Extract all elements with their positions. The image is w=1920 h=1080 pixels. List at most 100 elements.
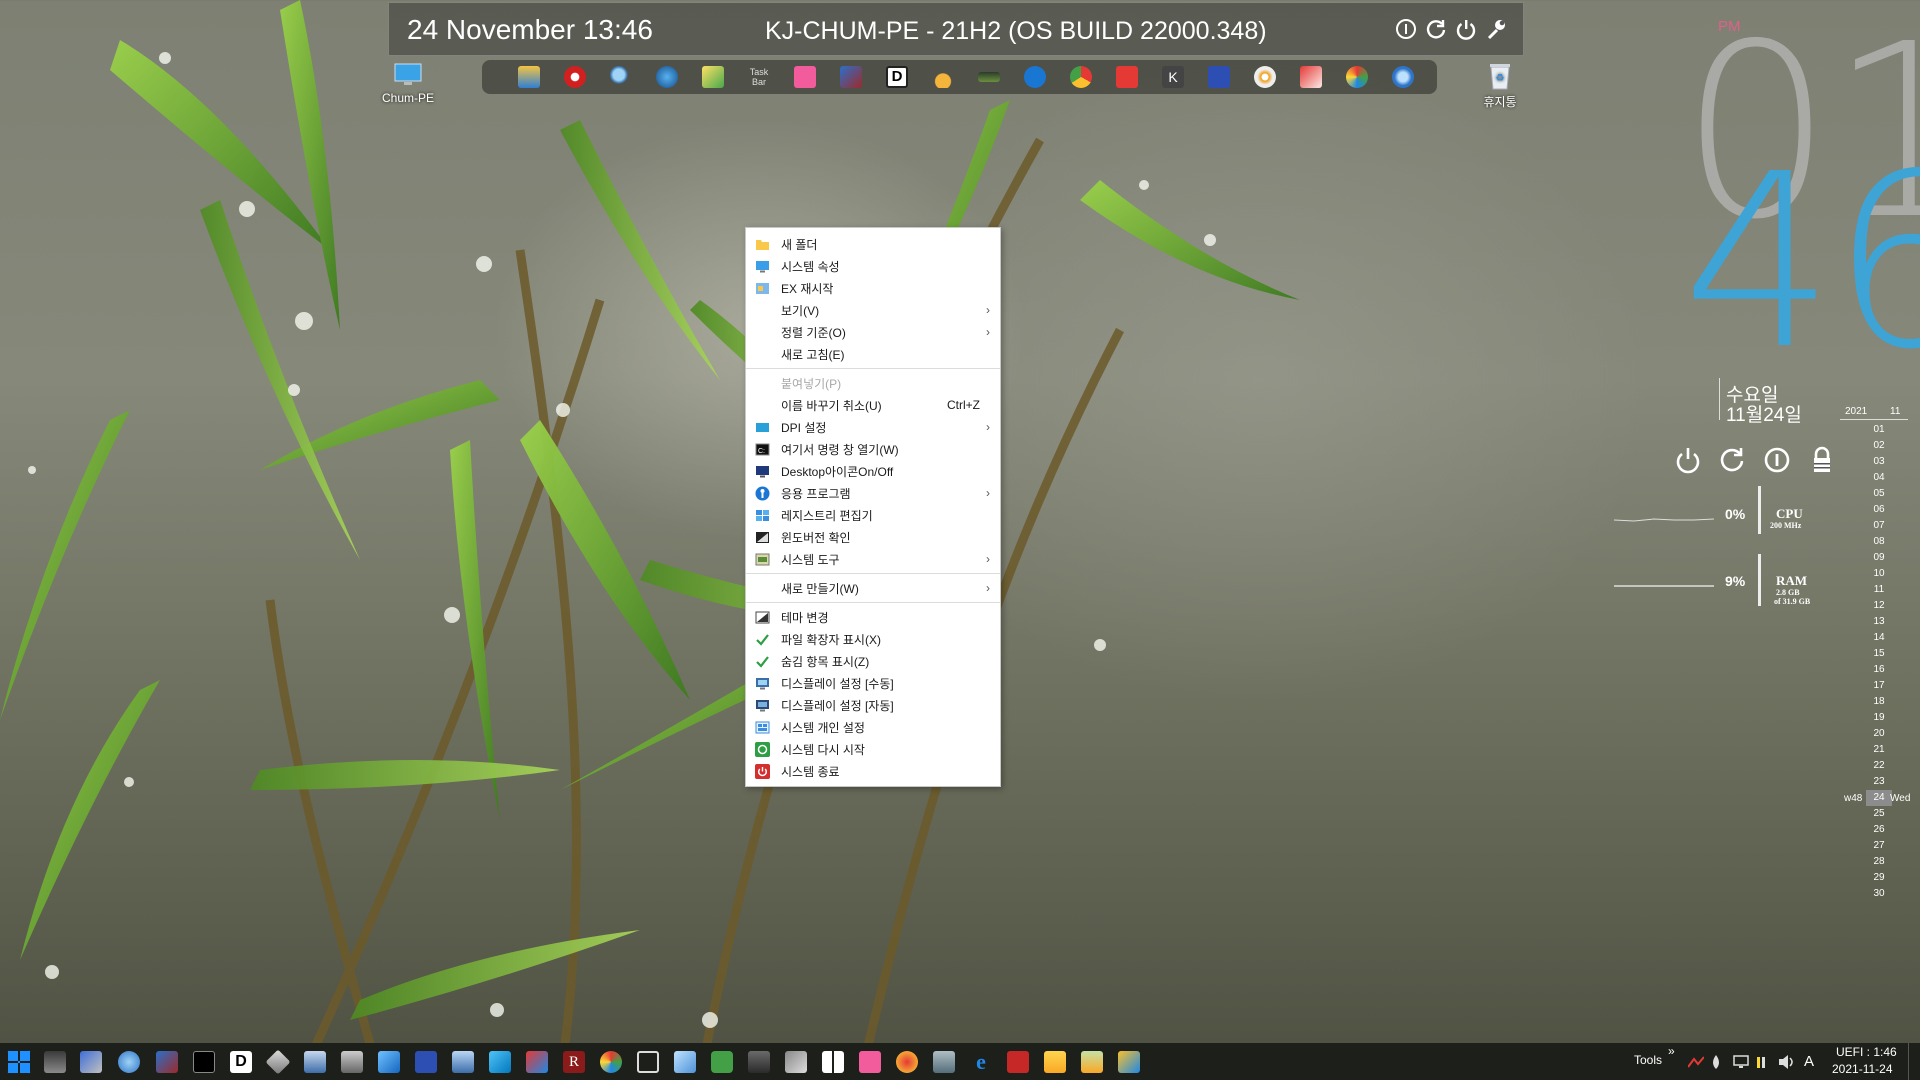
menu-item[interactable]: 시스템 종료	[746, 760, 1000, 782]
calendar-day: 16	[1873, 664, 1885, 675]
dock-search-icon[interactable]	[598, 62, 644, 92]
dock-power-icon[interactable]	[552, 62, 598, 92]
dock-bluetooth-icon[interactable]	[1012, 62, 1058, 92]
info-icon[interactable]	[1393, 16, 1419, 42]
wrench-icon[interactable]	[1483, 16, 1509, 42]
dock-memory-icon[interactable]	[966, 62, 1012, 92]
menu-item[interactable]: Desktop아이콘On/Off	[746, 460, 1000, 482]
dock-settings-icon[interactable]	[1380, 62, 1426, 92]
restart-icon[interactable]	[1717, 445, 1747, 475]
taskbar-app-ie-icon[interactable]: e	[970, 1051, 992, 1073]
menu-item[interactable]: 시스템 다시 시작	[746, 738, 1000, 760]
tray-volume-icon[interactable]	[1778, 1054, 1796, 1080]
tray-drop-icon[interactable]	[1710, 1054, 1722, 1080]
taskbar-app-save-icon[interactable]	[415, 1051, 437, 1073]
dock-k-app-icon[interactable]: K	[1150, 62, 1196, 92]
menu-item[interactable]: 시스템 속성	[746, 255, 1000, 277]
menu-item[interactable]: 디스플레이 설정 [수동]	[746, 672, 1000, 694]
taskbar-app-brush-icon[interactable]	[896, 1051, 918, 1073]
tray-chart-icon[interactable]	[1687, 1055, 1705, 1080]
dock-explorer-icon[interactable]	[506, 62, 552, 92]
tray-ime-indicator[interactable]: A	[1804, 1053, 1814, 1080]
menu-item[interactable]: 시스템 도구 ›	[746, 548, 1000, 570]
menu-item-label: 붙여넣기(P)	[781, 376, 842, 391]
menu-item[interactable]: DPI 설정 ›	[746, 416, 1000, 438]
taskbar-app-windows-icon[interactable]	[378, 1051, 400, 1073]
menu-item[interactable]: 새로 만들기(W) ›	[746, 577, 1000, 599]
restart-icon[interactable]	[1423, 16, 1449, 42]
taskbar-app-grid-icon[interactable]	[822, 1051, 844, 1073]
tray-network-icon[interactable]	[1733, 1055, 1749, 1080]
dock-drop-icon[interactable]	[920, 62, 966, 92]
power-icon[interactable]	[1673, 445, 1703, 475]
ram-total: of 31.9 GB	[1774, 597, 1811, 606]
menu-item[interactable]: 파일 확장자 표시(X)	[746, 628, 1000, 650]
dock-browser-icon[interactable]	[644, 62, 690, 92]
menu-item[interactable]: C: 여기서 명령 창 열기(W)	[746, 438, 1000, 460]
taskbar-app-book-icon[interactable]	[1118, 1051, 1140, 1073]
tray-tools-label[interactable]: Tools	[1634, 1053, 1662, 1080]
taskbar-app-d-icon[interactable]: D	[230, 1051, 252, 1073]
taskbar-app-printer-icon[interactable]	[341, 1051, 363, 1073]
taskbar-app-pc-icon[interactable]	[304, 1051, 326, 1073]
menu-item[interactable]: 새 폴더	[746, 233, 1000, 255]
menu-item[interactable]: 테마 변경	[746, 606, 1000, 628]
tray-clock-date[interactable]: 2021-11-24	[1832, 1062, 1893, 1080]
start-button[interactable]	[7, 1050, 31, 1074]
taskbar-app-win11-icon[interactable]	[489, 1051, 511, 1073]
taskbar-app-notepad-icon[interactable]	[674, 1051, 696, 1073]
menu-item[interactable]: 윈도버전 확인	[746, 526, 1000, 548]
dock-store-icon[interactable]	[782, 62, 828, 92]
taskbar-app-disk-icon[interactable]	[265, 1049, 291, 1075]
taskbar-app-folder-icon[interactable]	[1044, 1051, 1066, 1073]
taskbar-app-r-icon[interactable]: R	[563, 1051, 585, 1073]
taskbar-app-tools-icon[interactable]	[80, 1051, 102, 1073]
menu-item[interactable]: 새로 고침(E)	[746, 343, 1000, 365]
power-icon[interactable]	[1453, 16, 1479, 42]
menu-item[interactable]: 응용 프로그램 ›	[746, 482, 1000, 504]
tray-battery-icon[interactable]	[1756, 1055, 1770, 1080]
calendar-day: 17	[1873, 680, 1885, 691]
dock-anydesk-icon[interactable]	[1104, 62, 1150, 92]
taskbar-app-tweak-icon[interactable]	[526, 1051, 548, 1073]
taskbar-app-paint-icon[interactable]	[600, 1051, 622, 1073]
menu-item[interactable]: 정렬 기준(O) ›	[746, 321, 1000, 343]
dock-palette-icon[interactable]	[1334, 62, 1380, 92]
taskbar-app-pen-icon[interactable]	[785, 1051, 807, 1073]
info-icon[interactable]	[1762, 445, 1792, 475]
menu-item[interactable]: 보기(V) ›	[746, 299, 1000, 321]
taskbar-app-ninja-icon[interactable]	[748, 1051, 770, 1073]
dock-disc-icon[interactable]	[1242, 62, 1288, 92]
taskbar-app-network-icon[interactable]	[452, 1051, 474, 1073]
taskbar-app-folder2-icon[interactable]	[1081, 1051, 1103, 1073]
dock-chrome-icon[interactable]	[1058, 62, 1104, 92]
dock-taskbar-button[interactable]: Task Bar	[736, 62, 782, 92]
desktop-icon-this-pc[interactable]: Chum-PE	[378, 62, 438, 105]
dock-eraser-icon[interactable]	[1288, 62, 1334, 92]
menu-item[interactable]: 디스플레이 설정 [자동]	[746, 694, 1000, 716]
taskbar-app-red-doc-icon[interactable]	[1007, 1051, 1029, 1073]
taskbar-app-window-icon[interactable]	[637, 1051, 659, 1073]
taskbar-app-keyboard-icon[interactable]	[44, 1051, 66, 1073]
taskbar-app-gear-icon[interactable]	[118, 1051, 140, 1073]
dock-save-icon[interactable]	[1196, 62, 1242, 92]
menu-item[interactable]: 시스템 개인 설정	[746, 716, 1000, 738]
menu-item[interactable]: 이름 바꾸기 취소(U) Ctrl+Z	[746, 394, 1000, 416]
taskbar-app-store-icon[interactable]	[859, 1051, 881, 1073]
calendar-day: 08	[1873, 536, 1885, 547]
menu-item[interactable]: 숨김 항목 표시(Z)	[746, 650, 1000, 672]
taskbar-app-flag-icon[interactable]	[156, 1051, 178, 1073]
show-desktop-button[interactable]	[1908, 1043, 1918, 1080]
dock-image-icon[interactable]	[690, 62, 736, 92]
menu-item[interactable]: EX 재시작	[746, 277, 1000, 299]
lock-icon[interactable]	[1807, 445, 1837, 475]
cpu-bar	[1758, 486, 1761, 534]
taskbar-app-terminal-icon[interactable]	[193, 1051, 215, 1073]
dock-d-app-icon[interactable]: D	[874, 62, 920, 92]
desktop-icon-recycle-bin[interactable]: ♻ 휴지통	[1480, 62, 1520, 110]
taskbar-app-puzzle-icon[interactable]	[711, 1051, 733, 1073]
menu-item[interactable]: 레지스트리 편집기	[746, 504, 1000, 526]
tray-overflow-icon[interactable]: »	[1668, 1044, 1675, 1080]
dock-tool-icon[interactable]	[828, 62, 874, 92]
taskbar-app-calculator-icon[interactable]	[933, 1051, 955, 1073]
